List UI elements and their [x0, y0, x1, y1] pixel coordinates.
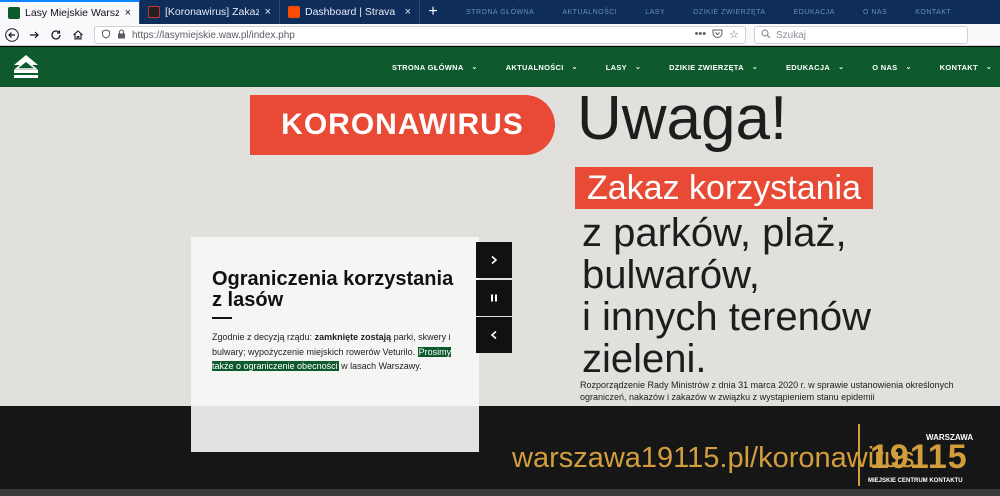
- main-navigation: STRONA GŁÓWNA ⌄ AKTUALNOŚCI ⌄ LASY ⌄ DZIKIE…: [392, 47, 1000, 87]
- search-placeholder: Szukaj: [776, 29, 807, 41]
- faded-nav-text: LASY: [645, 8, 666, 16]
- close-tab-icon[interactable]: ×: [405, 6, 411, 18]
- koronawirus-pill: KORONAWIRUS: [250, 95, 555, 155]
- pause-slide-button[interactable]: [476, 280, 512, 316]
- faded-nav-text: EDUKACJA: [793, 8, 835, 16]
- browser-tab-koronawirus[interactable]: [Koronawirus] Zakaz wychodze ×: [140, 0, 280, 24]
- nav-o-nas[interactable]: O NAS ⌄: [872, 63, 911, 72]
- close-tab-icon[interactable]: ×: [125, 7, 131, 19]
- page-actions-icon[interactable]: •••: [695, 28, 707, 42]
- slide-text: Zgodnie z decyzją rządu: zamknięte zosta…: [212, 332, 452, 371]
- chevron-down-icon: ⌄: [751, 64, 758, 71]
- browser-tab-lasy[interactable]: Lasy Miejskie Warszawa - Stron ×: [0, 0, 140, 24]
- nav-lasy[interactable]: LASY ⌄: [606, 63, 641, 72]
- chevron-down-icon: ⌄: [905, 64, 912, 71]
- reload-icon[interactable]: [46, 25, 66, 45]
- prev-icon: [490, 330, 497, 340]
- browser-tab-strava[interactable]: Dashboard | Strava ×: [280, 0, 420, 24]
- faded-nav-text: DZIKIE ZWIERZĘTA: [693, 8, 766, 16]
- tab-label: [Koronawirus] Zakaz wychodze: [165, 6, 259, 18]
- nav-edukacja[interactable]: EDUKACJA ⌄: [786, 63, 844, 72]
- prev-slide-button[interactable]: [476, 317, 512, 353]
- zakaz-highlight: Zakaz korzystania: [575, 167, 873, 209]
- bottom-strip: [0, 489, 1000, 496]
- chevron-down-icon: ⌄: [838, 64, 845, 71]
- divider: [858, 424, 860, 486]
- logo-caption: MIEJSKIE CENTRUM KONTAKTU: [868, 478, 963, 484]
- regulation-note: Rozporządzenie Rady Ministrów z dnia 31 …: [580, 380, 954, 402]
- search-input[interactable]: Szukaj: [754, 26, 968, 44]
- banner-headline: Uwaga!: [577, 87, 788, 153]
- back-icon[interactable]: [2, 25, 22, 45]
- tab-label: Dashboard | Strava: [305, 6, 396, 18]
- home-icon[interactable]: [68, 25, 88, 45]
- logo-number: 19115: [870, 438, 968, 476]
- strava-favicon-icon: [288, 6, 300, 18]
- faded-nav-text: AKTUALNOŚCI: [562, 8, 618, 16]
- pause-icon: [491, 294, 497, 302]
- url-text[interactable]: https://lasymiejskie.waw.pl/index.php: [132, 30, 295, 41]
- site-header: STRONA GŁÓWNA ⌄ AKTUALNOŚCI ⌄ LASY ⌄ DZIKIE…: [0, 47, 1000, 87]
- lasy-favicon-icon: [8, 7, 20, 19]
- nav-kontakt[interactable]: KONTAKT ⌄: [940, 63, 992, 72]
- slide-card-body: Ograniczenia korzystania z lasów Zgodnie…: [191, 237, 479, 406]
- banner-line: bulwarów,: [582, 253, 760, 297]
- search-icon: [761, 28, 771, 42]
- faded-nav-echo: STRONA GŁÓWNA AKTUALNOŚCI LASY DZIKIE ZW…: [446, 0, 1000, 24]
- faded-nav-text: STRONA GŁÓWNA: [466, 8, 535, 16]
- forward-icon[interactable]: [24, 25, 44, 45]
- nav-strona-glowna[interactable]: STRONA GŁÓWNA ⌄: [392, 63, 478, 72]
- faded-nav-text: O NAS: [862, 8, 888, 16]
- chevron-down-icon: ⌄: [471, 64, 478, 71]
- close-tab-icon[interactable]: ×: [265, 6, 271, 18]
- lasy-logo-icon[interactable]: [12, 53, 40, 81]
- chevron-down-icon: ⌄: [571, 64, 578, 71]
- news-favicon-icon: [148, 6, 160, 18]
- centrum-19115-logo: WARSZAWA 19115 MIEJSKIE CENTRUM KONTAKTU: [868, 433, 978, 490]
- bookmark-star-icon[interactable]: ☆: [729, 28, 739, 42]
- new-tab-button[interactable]: +: [420, 0, 446, 24]
- slide-title[interactable]: Ograniczenia korzystania z lasów: [212, 269, 462, 311]
- tab-label: Lasy Miejskie Warszawa - Stron: [25, 7, 119, 19]
- nav-aktualnosci[interactable]: AKTUALNOŚCI ⌄: [506, 63, 578, 72]
- shield-icon[interactable]: [101, 28, 111, 42]
- browser-toolbar: https://lasymiejskie.waw.pl/index.php ••…: [0, 24, 1000, 62]
- title-underline: [212, 317, 232, 319]
- banner-line: i innych terenów: [582, 295, 872, 339]
- slide-card: Ograniczenia korzystania z lasów Zgodnie…: [191, 237, 479, 452]
- koronawirus-url: warszawa19115.pl/koronawirus: [512, 442, 915, 474]
- address-bar[interactable]: https://lasymiejskie.waw.pl/index.php ••…: [94, 26, 746, 44]
- chevron-down-icon: ⌄: [985, 64, 993, 71]
- faded-nav-text: KONTAKT: [915, 8, 952, 16]
- url-actions: ••• ☆: [695, 28, 739, 42]
- banner-line: z parków, plaż,: [582, 211, 847, 255]
- browser-tab-strip: Lasy Miejskie Warszawa - Stron × [Korona…: [0, 0, 1000, 24]
- pocket-icon[interactable]: [712, 28, 723, 42]
- banner-line: zieleni.: [582, 337, 707, 381]
- next-slide-button[interactable]: [476, 242, 512, 278]
- nav-dzikie-zwierzeta[interactable]: DZIKIE ZWIERZĘTA ⌄: [669, 63, 758, 72]
- next-icon: [491, 255, 498, 265]
- lock-icon[interactable]: [117, 29, 126, 42]
- chevron-down-icon: ⌄: [634, 64, 642, 71]
